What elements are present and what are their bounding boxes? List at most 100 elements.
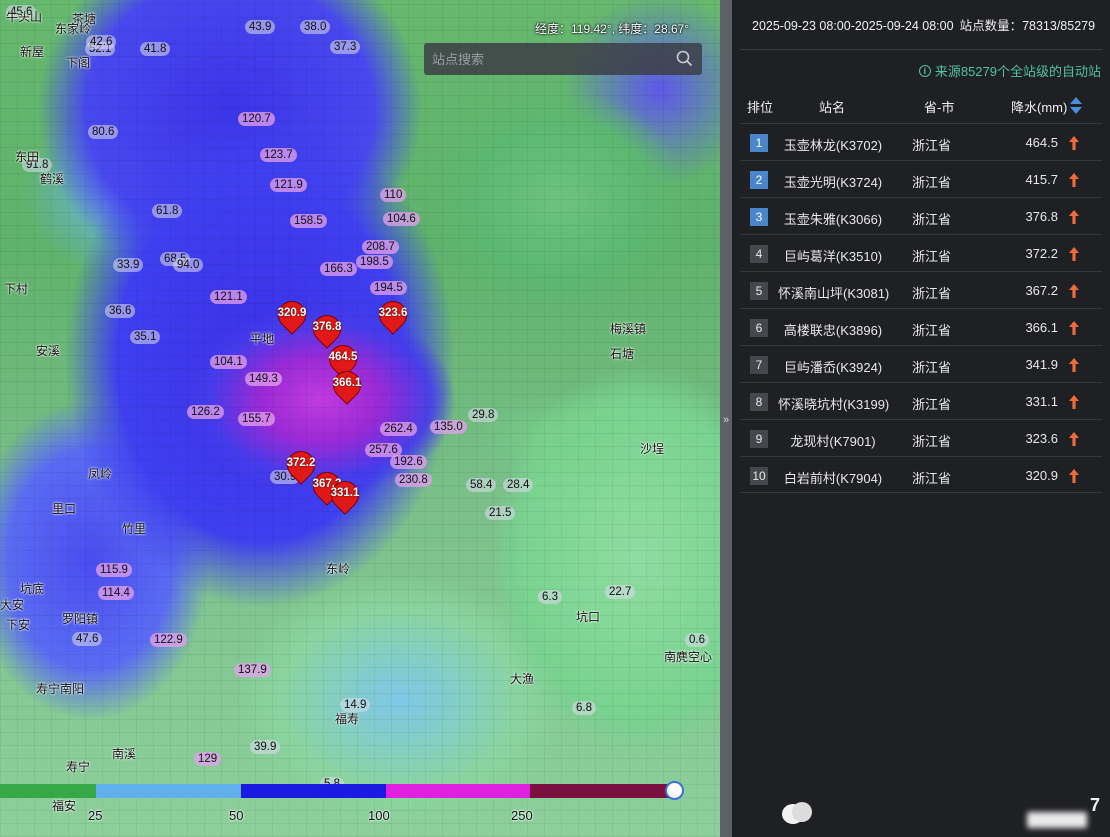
station-value-label[interactable]: 137.9: [234, 663, 271, 677]
table-row[interactable]: 5 怀溪南山坪(K3081) 浙江省 367.2: [740, 271, 1102, 308]
trend-up-icon: [1069, 247, 1079, 261]
station-value-label[interactable]: 104.6: [383, 212, 420, 226]
station-value-label[interactable]: 121.9: [270, 178, 307, 192]
place-name-label: 大渔: [510, 672, 535, 686]
station-value-label[interactable]: 192.6: [390, 455, 427, 469]
province-name: 浙江省: [912, 323, 952, 338]
station-value-label[interactable]: 123.7: [260, 148, 297, 162]
place-name-label: 寿宁: [66, 760, 91, 774]
station-value-label[interactable]: 37.3: [330, 40, 361, 54]
station-value-label[interactable]: 198.5: [356, 255, 393, 269]
station-name[interactable]: 龙现村(K7901): [778, 431, 888, 450]
station-name[interactable]: 玉壶林龙(K3702): [778, 135, 888, 154]
legend-slider-handle[interactable]: [665, 781, 684, 800]
station-name[interactable]: 玉壶朱雅(K3066): [778, 209, 888, 228]
station-value-label[interactable]: 114.4: [98, 586, 134, 600]
station-value-label[interactable]: 58.4: [466, 478, 497, 492]
station-value-label[interactable]: 39.9: [250, 740, 281, 754]
station-value-label[interactable]: 0.6: [685, 633, 709, 647]
station-value-label[interactable]: 94.0: [173, 258, 204, 272]
rainfall-marker[interactable]: 366.1: [327, 365, 367, 411]
rank-badge: 2: [750, 171, 768, 189]
station-value-label[interactable]: 38.0: [300, 20, 331, 34]
station-value-label[interactable]: 126.2: [187, 405, 224, 419]
rank-badge: 6: [750, 319, 768, 337]
station-value-label[interactable]: 6.3: [538, 590, 562, 604]
station-value-label[interactable]: 28.4: [503, 478, 534, 492]
station-value-label[interactable]: 47.6: [72, 632, 103, 646]
logo-icon: [782, 798, 812, 828]
province-name: 浙江省: [912, 249, 952, 264]
sort-toggle-icon[interactable]: [1070, 97, 1082, 115]
station-value-label[interactable]: 110: [380, 188, 407, 202]
station-value-label[interactable]: 80.6: [88, 125, 119, 139]
station-search-input[interactable]: [432, 43, 672, 75]
station-value-label[interactable]: 43.9: [245, 20, 276, 34]
station-value-label[interactable]: 129: [194, 752, 222, 766]
place-name-label: 新屋: [20, 45, 45, 59]
station-name[interactable]: 白岩前村(K7904): [778, 468, 888, 487]
collapse-arrow-icon[interactable]: »: [721, 412, 731, 428]
rainfall-value: 320.9: [1025, 468, 1058, 483]
rainfall-marker[interactable]: 331.1: [325, 475, 365, 521]
table-row[interactable]: 4 巨屿葛洋(K3510) 浙江省 372.2: [740, 234, 1102, 271]
table-row[interactable]: 8 怀溪晓坑村(K3199) 浙江省 331.1: [740, 382, 1102, 419]
place-name-label: 福寿: [335, 712, 360, 726]
station-name[interactable]: 怀溪南山坪(K3081): [778, 283, 889, 302]
table-row[interactable]: 1 玉壶林龙(K3702) 浙江省 464.5: [740, 123, 1102, 160]
station-value-label[interactable]: 61.8: [152, 204, 183, 218]
table-row[interactable]: 9 龙现村(K7901) 浙江省 323.6: [740, 419, 1102, 456]
station-value-label[interactable]: 35.1: [130, 330, 161, 344]
station-name[interactable]: 玉壶光明(K3724): [778, 172, 888, 191]
station-value-label[interactable]: 22.7: [605, 585, 636, 599]
station-value-label[interactable]: 155.7: [238, 412, 275, 426]
station-value-label[interactable]: 33.9: [113, 258, 144, 272]
place-name-label: 下安: [6, 618, 31, 632]
station-name[interactable]: 高楼联忠(K3896): [778, 320, 888, 339]
place-name-label: 东岭: [326, 562, 351, 576]
station-value-label[interactable]: 122.9: [150, 633, 187, 647]
legend-tick-25: 25: [88, 808, 103, 823]
rainfall-map[interactable]: 45.6 52.1 43.9 38.0 37.3 42.6 41.8 80.6 91.8 61.8…: [0, 0, 720, 837]
ranking-panel: 2025-09-23 08:00-2025-09-24 08:00 站点数量：78…: [732, 0, 1110, 837]
rank-badge: 9: [750, 430, 768, 448]
table-row[interactable]: 6 高楼联忠(K3896) 浙江省 366.1: [740, 308, 1102, 345]
station-value-label[interactable]: 121.1: [210, 290, 247, 304]
station-value-label[interactable]: 194.5: [370, 281, 407, 295]
station-value-label[interactable]: 230.8: [395, 473, 432, 487]
station-value-label[interactable]: 29.8: [468, 408, 499, 422]
station-value-label[interactable]: 149.3: [245, 372, 282, 386]
table-row[interactable]: 2 玉壶光明(K3724) 浙江省 415.7: [740, 160, 1102, 197]
rainfall-value: 323.6: [1025, 431, 1058, 446]
table-row[interactable]: 10 白岩前村(K7904) 浙江省 320.9: [740, 456, 1102, 493]
rainfall-marker[interactable]: 323.6: [373, 295, 413, 341]
column-rainfall[interactable]: 降水(mm): [1011, 97, 1067, 116]
panel-divider[interactable]: »: [720, 0, 732, 837]
station-value-label[interactable]: 120.7: [238, 112, 275, 126]
place-name-label: 梅溪镇: [610, 322, 647, 336]
station-search[interactable]: [424, 43, 702, 75]
station-value-label[interactable]: 21.5: [485, 506, 516, 520]
station-name[interactable]: 巨屿葛洋(K3510): [778, 246, 888, 265]
station-value-label[interactable]: 104.1: [210, 355, 247, 369]
table-row[interactable]: 3 玉壶朱雅(K3066) 浙江省 376.8: [740, 197, 1102, 234]
place-name-label: 坑口: [576, 610, 601, 624]
station-value-label[interactable]: 115.9: [96, 563, 132, 577]
station-name[interactable]: 怀溪晓坑村(K3199): [778, 394, 889, 413]
station-value-label[interactable]: 158.5: [290, 214, 327, 228]
trend-up-icon: [1069, 173, 1079, 187]
station-value-label[interactable]: 166.3: [320, 262, 357, 276]
search-icon[interactable]: [676, 50, 692, 66]
place-name-label: 南麂空心: [664, 650, 713, 664]
station-value-label[interactable]: 262.4: [380, 422, 417, 436]
station-value-label[interactable]: 6.8: [572, 701, 596, 715]
station-value-label[interactable]: 208.7: [362, 240, 399, 254]
station-name[interactable]: 巨屿潘岙(K3924): [778, 357, 888, 376]
panel-header: 2025-09-23 08:00-2025-09-24 08:00 站点数量：78…: [752, 15, 1095, 34]
station-value-label[interactable]: 36.6: [105, 304, 136, 318]
station-value-label[interactable]: 42.6: [86, 35, 117, 49]
table-row[interactable]: 7 巨屿潘岙(K3924) 浙江省 341.9: [740, 345, 1102, 382]
station-value-label[interactable]: 135.0: [430, 420, 467, 434]
trend-up-icon: [1069, 432, 1079, 446]
station-value-label[interactable]: 41.8: [140, 42, 171, 56]
